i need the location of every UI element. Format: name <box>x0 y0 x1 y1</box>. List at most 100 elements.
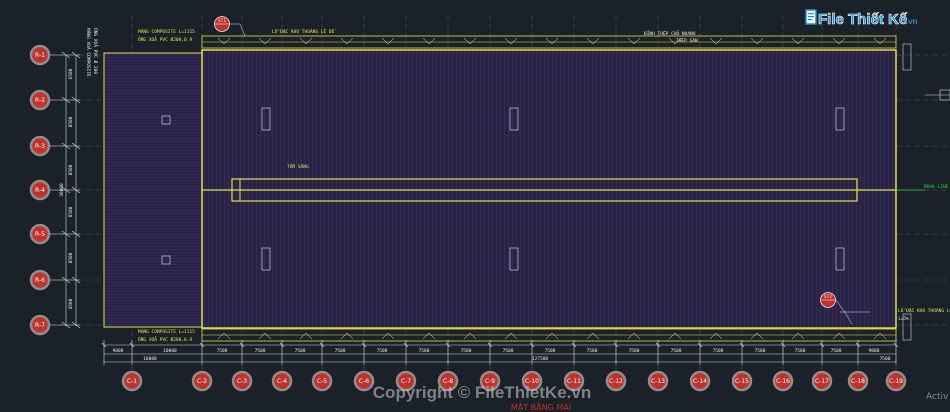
main-roof <box>201 49 897 329</box>
row-axis-label: R-2 <box>35 97 45 104</box>
copyright-watermark: Copyright © FileThietKe.vn <box>373 383 591 402</box>
dim-bay-14: 7500 <box>755 348 766 354</box>
column-axis-marker: C-12 <box>605 370 627 392</box>
drain-arrow-bottom <box>299 332 313 340</box>
note-bottom-left-2: ỐNG XOẢ PVC Ø200,0.9 <box>138 335 192 343</box>
drain-arrow-top <box>545 37 559 45</box>
drain-arrow-top <box>381 37 395 45</box>
column-axis-label: C-5 <box>317 378 327 385</box>
drain-arrow-top <box>709 37 723 45</box>
drain-arrow-top <box>340 37 354 45</box>
column-axis-marker: C-4 <box>271 370 293 392</box>
dim-bay-2: 7500 <box>255 348 266 354</box>
drain-arrow-bottom <box>217 332 231 340</box>
row-axis-marker: R-6 <box>29 269 80 291</box>
column-axis-marker: C-17 <box>811 370 833 392</box>
drain-arrow-top <box>627 37 641 45</box>
dim-left-a: 9000 <box>113 348 124 354</box>
left-roof-section <box>103 52 203 328</box>
column-axis-label: C-6 <box>359 378 369 385</box>
row-axis-marker: R-5 <box>29 223 80 245</box>
dim-bay-4: 7500 <box>335 348 346 354</box>
note-top-right-2: THÉP SÀN <box>676 36 698 44</box>
column-axis-marker: C-13 <box>647 370 669 392</box>
column-axis-marker: C-15 <box>731 370 753 392</box>
row-axis-label: R-1 <box>35 52 45 59</box>
column-axis-label: C-12 <box>609 378 623 385</box>
dim-bay-9: 7500 <box>545 348 556 354</box>
drain-arrow-bottom <box>668 332 682 340</box>
drain-arrow-top <box>422 37 436 45</box>
dim-left-b: 18000 <box>143 356 157 362</box>
drain-arrow-bottom <box>545 332 559 340</box>
watermark-logo: File Thiết Kế .vn <box>805 9 918 28</box>
drain-arrow-bottom <box>381 332 395 340</box>
dim-bay-12: 7500 <box>671 348 682 354</box>
watermark-logo-suffix: .vn <box>906 17 918 26</box>
dim-row-4: 8500 <box>68 206 74 217</box>
column-axis-label: C-2 <box>197 378 207 385</box>
dim-bay-11: 7500 <box>629 348 640 354</box>
dim-bay-5: 7500 <box>377 348 388 354</box>
drain-arrow-top <box>873 37 887 45</box>
column-axis-marker: C-3 <box>231 370 253 392</box>
drain-arrow-top <box>791 37 805 45</box>
note-bottom-left-1: MÁNG COMPOSITE L=1115 <box>138 328 195 335</box>
dim-bay-3: 7500 <box>295 348 306 354</box>
dim-bay-6: 7500 <box>419 348 430 354</box>
column-axis-marker: C-5 <box>311 370 333 392</box>
column-axis-marker: C-19 <box>885 370 907 392</box>
drain-arrow-bottom <box>832 332 846 340</box>
note-left-vertical-1: MÁNG XOẢ COMPOSITE <box>85 28 93 77</box>
activate-windows-text: Activ <box>926 392 949 402</box>
column-axis-marker: C-16 <box>772 370 794 392</box>
column-axis-label: C-18 <box>851 378 865 385</box>
drain-arrow-top <box>750 37 764 45</box>
dim-row-2: 8500 <box>68 116 74 127</box>
drain-arrow-bottom <box>258 332 272 340</box>
drain-arrow-bottom <box>340 332 354 340</box>
cad-drawing-canvas: R-1 R-2 R-3 R-4 R-5 R-6 R-7 C-1 C-2 C-3 C-4 C-5 C-6… <box>29 9 950 412</box>
dim-bay-13: 7500 <box>713 348 724 354</box>
dim-bay-7: 7500 <box>461 348 472 354</box>
drain-arrow-bottom <box>627 332 641 340</box>
right-side-bracket <box>902 43 950 341</box>
column-axis-label: C-4 <box>277 378 287 385</box>
column-axis-label: C-3 <box>237 378 247 385</box>
row-axis-label: R-3 <box>35 143 45 150</box>
callout-st2-label: ST2 <box>824 294 832 300</box>
drain-arrow-top <box>832 37 846 45</box>
note-top-left-1: MÁNG COMPOSITE L=1115 <box>138 28 195 35</box>
left-dimension-lines <box>65 55 77 326</box>
dim-right-2: 7500 <box>880 356 891 362</box>
dim-bay-1: 7500 <box>217 348 228 354</box>
note-center-skylight: TẤM SÁNG <box>287 163 309 170</box>
note-left-vertical-2: ỐNG XOẢ PVC Ø 200 <box>92 28 100 74</box>
drain-arrow-top <box>299 37 313 45</box>
column-axis-label: C-13 <box>651 378 665 385</box>
column-axis-label: C-19 <box>889 378 903 385</box>
column-axis-label: C-17 <box>815 378 829 385</box>
dim-left-c: 10000 <box>163 348 177 354</box>
drain-arrow-bottom <box>463 332 477 340</box>
drain-arrow-top <box>258 37 272 45</box>
row-axis-marker: R-3 <box>29 135 80 157</box>
dim-row-6: 4500 <box>68 298 74 309</box>
dim-bay-15: 7500 <box>795 348 806 354</box>
column-axis-marker: C-14 <box>689 370 711 392</box>
row-axis-marker: R-2 <box>29 89 80 111</box>
column-axis-marker: C-6 <box>353 370 375 392</box>
note-break-line: BRAK LINE <box>924 184 949 190</box>
dim-height: 36000 <box>59 183 65 197</box>
drain-arrow-top <box>463 37 477 45</box>
note-slope: i=5% <box>898 316 909 322</box>
row-axis-label: R-7 <box>35 322 45 329</box>
column-axis-label: C-1 <box>127 378 137 385</box>
note-top-mid: LỖ ĐẶC KHO THOÁNG LÊ ĐỒ <box>272 27 336 35</box>
drain-arrow-bottom <box>586 332 600 340</box>
row-axis-marker: R-7 <box>29 314 80 336</box>
dim-bay-16: 7500 <box>831 348 842 354</box>
watermark-logo-text: File Thiết Kế <box>818 11 908 28</box>
note-top-left-2: ỐNG XOẢ PVC Ø200,0.9 <box>138 35 192 43</box>
column-axis-marker: C-18 <box>847 370 869 392</box>
